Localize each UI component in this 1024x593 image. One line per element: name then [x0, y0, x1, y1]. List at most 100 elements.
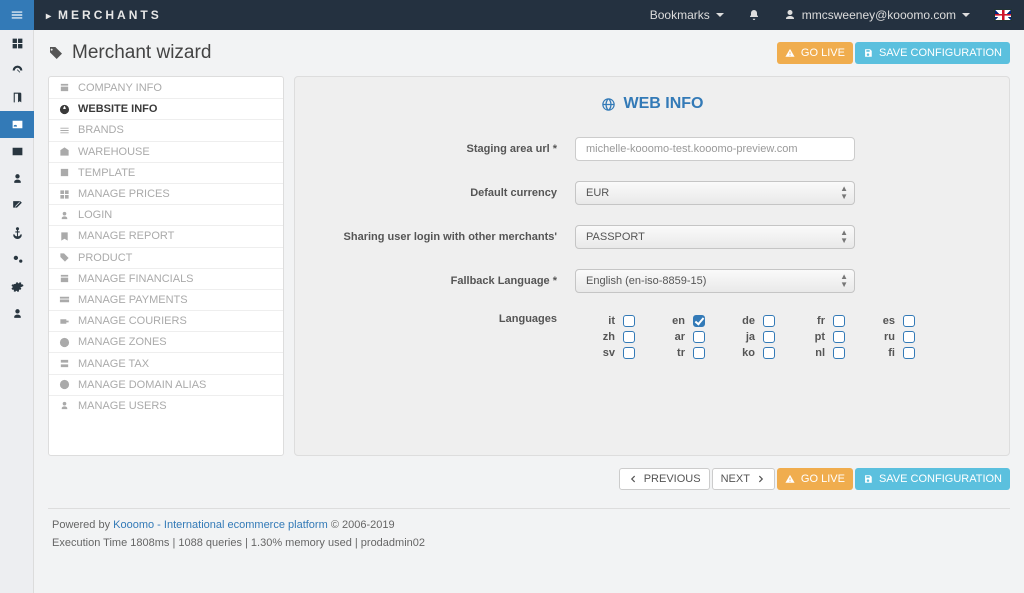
language-checkbox-fi[interactable]	[903, 347, 915, 359]
sidebar-item-label: WEBSITE INFO	[78, 103, 157, 115]
sidebar-item-manage-payments[interactable]: MANAGE PAYMENTS	[49, 289, 283, 310]
fallback-select[interactable]: English (en-iso-8859-15)▲▼	[575, 269, 855, 293]
language-fi[interactable]: fi	[855, 345, 915, 361]
language-en[interactable]: en	[645, 313, 705, 329]
pencil-square-icon	[11, 199, 24, 212]
save-2-icon	[863, 474, 873, 484]
sidebar-item-label: MANAGE PRICES	[78, 188, 170, 200]
rail-item-user[interactable]	[0, 165, 34, 192]
globe-icon	[601, 97, 616, 112]
sidebar-item-label: WAREHOUSE	[78, 146, 150, 158]
sidebar-item-company-info[interactable]: COMPANY INFO	[49, 77, 283, 98]
bookmarks-menu[interactable]: Bookmarks	[638, 0, 736, 30]
language-it[interactable]: it	[575, 313, 635, 329]
language-es[interactable]: es	[855, 313, 915, 329]
fallback-label: Fallback Language *	[325, 275, 575, 287]
language-code: fr	[817, 315, 825, 327]
language-nl[interactable]: nl	[785, 345, 845, 361]
footer-link[interactable]: Kooomo - International ecommerce platfor…	[113, 519, 328, 531]
language-ar[interactable]: ar	[645, 329, 705, 345]
language-ja[interactable]: ja	[715, 329, 775, 345]
sidebar-item-login[interactable]: LOGIN	[49, 204, 283, 225]
language-checkbox-de[interactable]	[763, 315, 775, 327]
sidebar-icon	[59, 358, 70, 369]
sidebar-item-manage-domain-alias[interactable]: MANAGE DOMAIN ALIAS	[49, 374, 283, 395]
language-code: en	[672, 315, 685, 327]
language-flag-button[interactable]	[982, 0, 1024, 30]
sidebar-item-website-info[interactable]: WEBSITE INFO	[49, 98, 283, 119]
language-checkbox-en[interactable]	[693, 315, 705, 327]
language-code: zh	[603, 331, 615, 343]
language-checkbox-fr[interactable]	[833, 315, 845, 327]
top-navbar: ▸MERCHANTS Bookmarks mmcsweeney@kooomo.c…	[0, 0, 1024, 30]
rail-item-card-active[interactable]	[0, 111, 34, 138]
uk-flag-icon	[994, 9, 1012, 21]
go-live-button-top[interactable]: GO LIVE	[777, 42, 853, 64]
sidebar-item-manage-zones[interactable]: MANAGE ZONES	[49, 331, 283, 352]
sidebar-item-warehouse[interactable]: WAREHOUSE	[49, 141, 283, 162]
rail-item-edit[interactable]	[0, 192, 34, 219]
save-config-button-top[interactable]: SAVE CONFIGURATION	[855, 42, 1010, 64]
language-sv[interactable]: sv	[575, 345, 635, 361]
language-code: ar	[675, 331, 685, 343]
sidebar-item-manage-financials[interactable]: MANAGE FINANCIALS	[49, 268, 283, 289]
sidebar-item-manage-couriers[interactable]: MANAGE COURIERS	[49, 310, 283, 331]
language-checkbox-tr[interactable]	[693, 347, 705, 359]
rail-item-settings[interactable]	[0, 246, 34, 273]
language-ko[interactable]: ko	[715, 345, 775, 361]
language-checkbox-ko[interactable]	[763, 347, 775, 359]
sidebar-icon	[59, 294, 70, 305]
section-heading: WEB INFO	[325, 95, 979, 113]
rail-item-card[interactable]	[0, 138, 34, 165]
user-menu[interactable]: mmcsweeney@kooomo.com	[772, 0, 982, 30]
language-checkbox-zh[interactable]	[623, 331, 635, 343]
next-button[interactable]: NEXT	[712, 468, 775, 490]
gear-icon	[11, 280, 24, 293]
rail-item-avatar[interactable]	[0, 300, 34, 327]
save-config-button-bottom[interactable]: SAVE CONFIGURATION	[855, 468, 1010, 490]
go-live-button-bottom[interactable]: GO LIVE	[777, 468, 853, 490]
sidebar-item-manage-tax[interactable]: MANAGE TAX	[49, 352, 283, 373]
rail-item-anchor[interactable]	[0, 219, 34, 246]
sidebar-item-template[interactable]: TEMPLATE	[49, 162, 283, 183]
language-de[interactable]: de	[715, 313, 775, 329]
sidebar-item-label: MANAGE DOMAIN ALIAS	[78, 379, 206, 391]
rail-item-book[interactable]	[0, 84, 34, 111]
previous-button[interactable]: PREVIOUS	[619, 468, 710, 490]
language-checkbox-ru[interactable]	[903, 331, 915, 343]
hamburger-icon	[10, 8, 24, 22]
sidebar-item-label: BRANDS	[78, 124, 124, 136]
language-checkbox-sv[interactable]	[623, 347, 635, 359]
sharing-select[interactable]: PASSPORT▲▼	[575, 225, 855, 249]
staging-input[interactable]	[575, 137, 855, 161]
language-checkbox-nl[interactable]	[833, 347, 845, 359]
footer: Powered by Kooomo - International ecomme…	[48, 508, 1010, 559]
sidebar-icon	[59, 210, 70, 221]
currency-select[interactable]: EUR▲▼	[575, 181, 855, 205]
language-checkbox-ar[interactable]	[693, 331, 705, 343]
sidebar-item-manage-prices[interactable]: MANAGE PRICES	[49, 183, 283, 204]
sidebar-item-brands[interactable]: BRANDS	[49, 119, 283, 140]
id-card-2-icon	[11, 145, 24, 158]
language-fr[interactable]: fr	[785, 313, 845, 329]
language-checkbox-es[interactable]	[903, 315, 915, 327]
bell-icon	[748, 9, 760, 21]
anchor-icon	[11, 226, 24, 239]
language-checkbox-ja[interactable]	[763, 331, 775, 343]
sidebar-icon	[59, 167, 70, 178]
warning-icon	[785, 48, 795, 58]
sidebar-item-manage-report[interactable]: MANAGE REPORT	[49, 225, 283, 246]
language-pt[interactable]: pt	[785, 329, 845, 345]
language-tr[interactable]: tr	[645, 345, 705, 361]
sidebar-item-manage-users[interactable]: MANAGE USERS	[49, 395, 283, 416]
language-ru[interactable]: ru	[855, 329, 915, 345]
rail-item-gear[interactable]	[0, 273, 34, 300]
menu-toggle-button[interactable]	[0, 0, 34, 30]
notifications-button[interactable]	[736, 0, 772, 30]
language-checkbox-pt[interactable]	[833, 331, 845, 343]
rail-item-dashboard[interactable]	[0, 57, 34, 84]
rail-item-1[interactable]	[0, 30, 34, 57]
sidebar-item-product[interactable]: PRODUCT	[49, 247, 283, 268]
language-checkbox-it[interactable]	[623, 315, 635, 327]
language-zh[interactable]: zh	[575, 329, 635, 345]
